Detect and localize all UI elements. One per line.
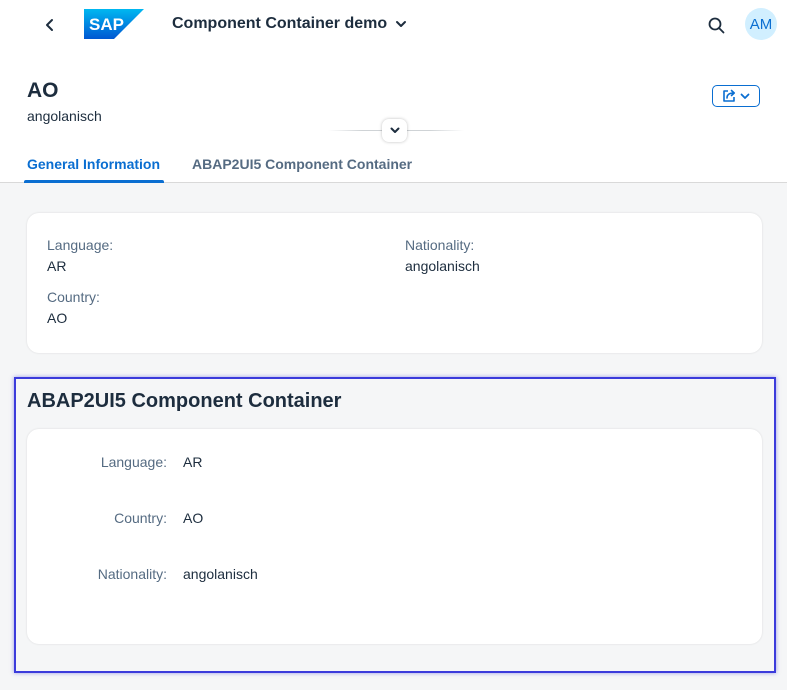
section-title: ABAP2UI5 Component Container <box>27 390 342 412</box>
language-value: AR <box>47 258 67 274</box>
app-title-menu[interactable]: Component Container demo <box>172 15 407 33</box>
search-icon <box>708 17 724 33</box>
avatar-initials: AM <box>749 15 773 33</box>
language-label: Language: <box>47 237 114 253</box>
user-avatar[interactable]: AM <box>745 8 777 40</box>
svg-text:SAP: SAP <box>89 15 124 34</box>
nationality-value: angolanisch <box>405 258 480 274</box>
share-button[interactable] <box>712 85 760 107</box>
tab-bar: General Information ABAP2UI5 Component C… <box>0 150 787 183</box>
cc-nationality-label: Nationality: <box>97 566 167 582</box>
back-button[interactable] <box>36 11 64 39</box>
chevron-left-icon <box>46 19 53 31</box>
country-value: AO <box>47 310 68 326</box>
cc-nationality-value: angolanisch <box>183 566 258 582</box>
tab-selection-indicator <box>24 180 164 183</box>
share-icon <box>723 89 735 102</box>
nationality-label: Nationality: <box>405 237 475 253</box>
country-label: Country: <box>47 289 100 305</box>
tab-component-container[interactable]: ABAP2UI5 Component Container <box>192 156 412 172</box>
cc-language-label: Language: <box>100 454 167 470</box>
chevron-down-icon <box>390 127 399 133</box>
shell-bar: SAP Component Container demo AM <box>0 0 787 50</box>
tab-general-information[interactable]: General Information <box>27 156 160 172</box>
cc-country-value: AO <box>183 510 204 526</box>
object-title: AO <box>27 79 59 102</box>
sap-logo[interactable]: SAP <box>84 9 144 39</box>
object-header: AO angolanisch General Information ABAP2… <box>0 50 787 183</box>
component-container-card: Language: AR Country: AO Nationality: an… <box>27 429 762 644</box>
chevron-down-icon <box>396 21 407 27</box>
search-button[interactable] <box>702 11 730 39</box>
object-subtitle: angolanisch <box>27 108 102 124</box>
cc-language-value: AR <box>183 454 203 470</box>
general-info-card: Language: AR Nationality: angolanisch Co… <box>27 213 762 353</box>
chevron-down-icon <box>740 93 750 99</box>
app-title: Component Container demo <box>172 15 388 32</box>
cc-country-label: Country: <box>114 510 167 526</box>
collapse-header-button[interactable] <box>382 119 407 142</box>
